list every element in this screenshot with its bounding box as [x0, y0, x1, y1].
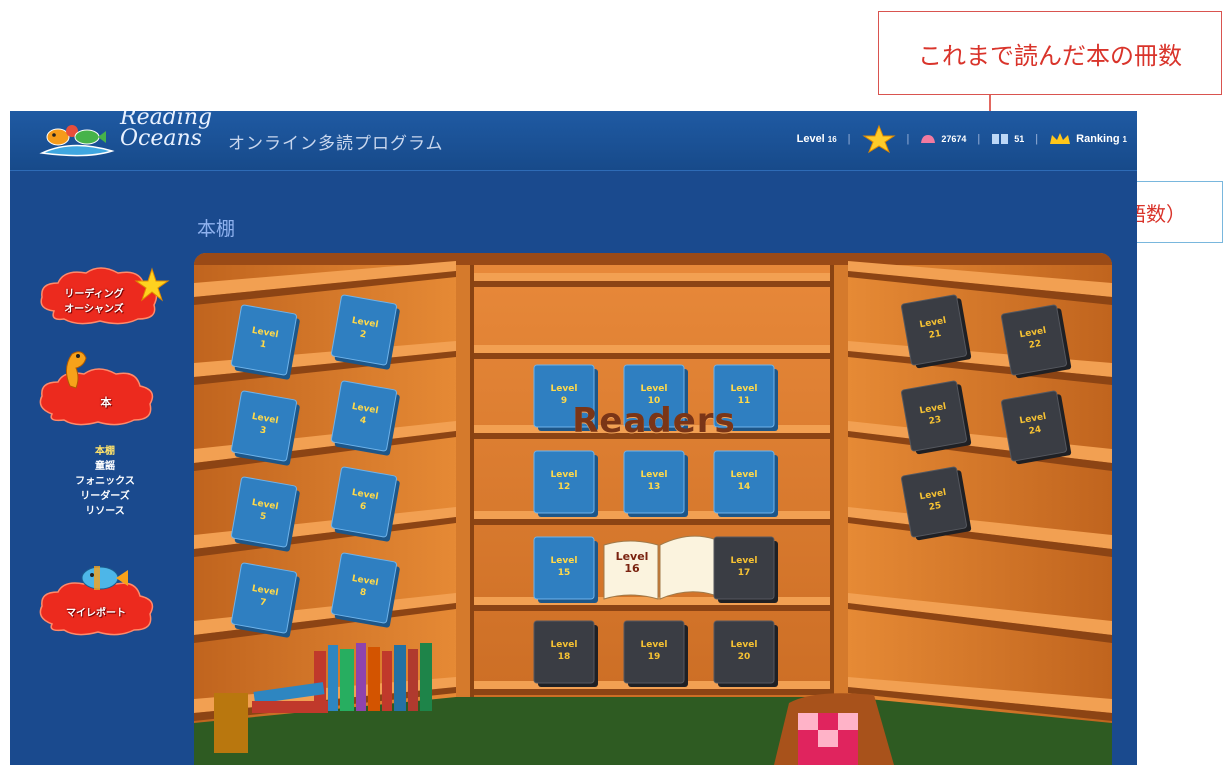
page-title: 本棚	[197, 218, 236, 240]
sidebar-my-report-button[interactable]: マイレポート	[36, 556, 166, 646]
book-level-22	[1001, 304, 1072, 379]
readers-title: Readers	[572, 401, 736, 441]
crown-icon	[1050, 133, 1071, 144]
separator: |	[847, 133, 851, 145]
app-window: Reading Oceans オンライン多読プログラム Level 16 | |…	[10, 111, 1137, 765]
book-level-8[interactable]	[330, 552, 401, 628]
book-level-14[interactable]	[713, 450, 778, 517]
book-level-2[interactable]	[330, 294, 401, 370]
sidebar-reading-oceans-label: リーディング オーシャンズ	[44, 285, 144, 315]
book-level-17	[713, 536, 778, 603]
book-level-7[interactable]	[230, 562, 301, 638]
reading-oceans-logo[interactable]: Reading Oceans	[32, 111, 222, 165]
separator: |	[977, 133, 981, 145]
book-level-20	[713, 620, 778, 687]
logo-text: Reading Oceans	[120, 111, 212, 151]
submenu-phonics[interactable]: フォニックス	[50, 474, 160, 489]
book-level-24	[1001, 390, 1072, 465]
level-stat: Level 16	[797, 133, 837, 145]
book-level-13[interactable]	[623, 450, 688, 517]
book-level-15[interactable]	[533, 536, 598, 603]
starfish-icon[interactable]	[861, 124, 896, 154]
book-level-25	[901, 466, 972, 541]
submenu-bookshelf[interactable]: 本棚	[50, 444, 160, 459]
decorative-chair	[774, 693, 894, 765]
sidebar-my-report-label: マイレポート	[66, 608, 126, 619]
ranking-value: 1	[1122, 134, 1127, 144]
book-level-21	[901, 294, 972, 369]
logo-line-2: Oceans	[120, 126, 202, 151]
cloud-fish-icon	[39, 566, 154, 636]
cloud1-line-2: オーシャンズ	[64, 304, 124, 315]
annotation-books-read: これまで読んだ本の冊数	[878, 11, 1222, 95]
submenu-songs[interactable]: 童謡	[50, 459, 160, 474]
book-level-3[interactable]	[230, 390, 301, 466]
book-level-12[interactable]	[533, 450, 598, 517]
book-level-4[interactable]	[330, 380, 401, 456]
separator: |	[1035, 133, 1039, 145]
separator: |	[906, 133, 910, 145]
level-label: Level	[796, 133, 825, 145]
book-level-6[interactable]	[330, 466, 401, 542]
book-level-1[interactable]	[230, 304, 301, 380]
books-submenu: 本棚 童謡 フォニックス リーダーズ リソース	[50, 444, 160, 519]
level-value: 16	[827, 134, 837, 144]
shells-stat: 27674	[920, 133, 966, 145]
sidebar-books-label: 本	[100, 396, 112, 409]
book-level-23	[901, 380, 972, 455]
bookshelf-scene	[194, 253, 1112, 765]
shell-icon	[921, 135, 936, 143]
book-level-18	[533, 620, 598, 687]
book-level-5[interactable]	[230, 476, 301, 552]
cloud-seahorse-icon	[39, 351, 154, 426]
submenu-readers[interactable]: リーダーズ	[50, 489, 160, 504]
book-icon	[992, 134, 1009, 144]
books-count: 51	[1014, 134, 1025, 144]
ranking-stat: Ranking 1	[1049, 132, 1127, 146]
sidebar-reading-oceans-button[interactable]: リーディング オーシャンズ	[34, 261, 174, 331]
ranking-label: Ranking	[1076, 133, 1120, 145]
cloud1-line-1: リーディング	[64, 289, 124, 300]
app-subtitle: オンライン多読プログラム	[228, 134, 444, 154]
submenu-resources[interactable]: リソース	[50, 504, 160, 519]
status-bar: Level 16 | | 27674 | 51 | Ranking 1	[797, 124, 1127, 154]
sidebar-books-button[interactable]: 本	[36, 346, 166, 436]
shells-count: 27674	[941, 134, 967, 144]
bookshelf: Readers Level 1 Level 2 Level 3 Level 4 Level 5 Le…	[194, 253, 1112, 765]
header-bar: Reading Oceans オンライン多読プログラム Level 16 | |…	[10, 111, 1137, 171]
logo-fish-icon	[39, 125, 115, 157]
books-stat: 51	[991, 133, 1024, 145]
book-level-19	[623, 620, 688, 687]
